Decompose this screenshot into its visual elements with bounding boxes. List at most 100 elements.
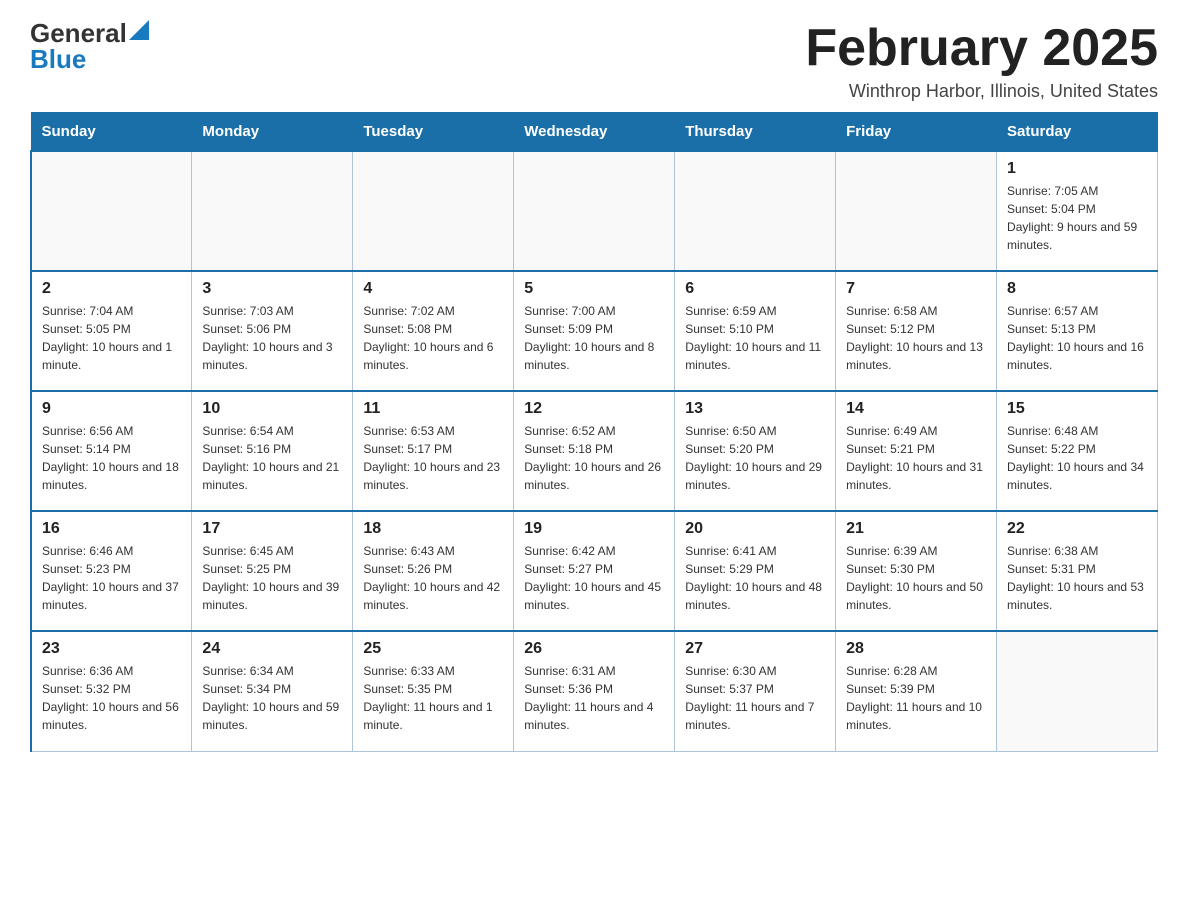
calendar-cell: 23 Sunrise: 6:36 AMSunset: 5:32 PMDayligh… bbox=[31, 631, 192, 751]
week-row-4: 16 Sunrise: 6:46 AMSunset: 5:23 PMDayligh… bbox=[31, 511, 1158, 631]
day-of-week-friday: Friday bbox=[836, 113, 997, 152]
day-info: Sunrise: 6:56 AMSunset: 5:14 PMDaylight:… bbox=[42, 422, 181, 494]
day-info: Sunrise: 7:02 AMSunset: 5:08 PMDaylight:… bbox=[363, 302, 503, 374]
logo-blue-text: Blue bbox=[30, 46, 86, 72]
day-number: 1 bbox=[1007, 160, 1147, 178]
logo: General Blue bbox=[30, 20, 149, 72]
day-info: Sunrise: 6:31 AMSunset: 5:36 PMDaylight:… bbox=[524, 662, 664, 734]
calendar-cell: 24 Sunrise: 6:34 AMSunset: 5:34 PMDayligh… bbox=[192, 631, 353, 751]
day-number: 25 bbox=[363, 640, 503, 658]
day-info: Sunrise: 6:50 AMSunset: 5:20 PMDaylight:… bbox=[685, 422, 825, 494]
calendar-cell: 5Sunrise: 7:00 AMSunset: 5:09 PMDaylight… bbox=[514, 271, 675, 391]
calendar-cell: 27 Sunrise: 6:30 AMSunset: 5:37 PMDayligh… bbox=[675, 631, 836, 751]
day-number: 22 bbox=[1007, 520, 1147, 538]
calendar-cell: 13 Sunrise: 6:50 AMSunset: 5:20 PMDayligh… bbox=[675, 391, 836, 511]
calendar-cell bbox=[31, 151, 192, 271]
week-row-1: 1 Sunrise: 7:05 AMSunset: 5:04 PMDaylight… bbox=[31, 151, 1158, 271]
calendar-cell: 11 Sunrise: 6:53 AMSunset: 5:17 PMDayligh… bbox=[353, 391, 514, 511]
calendar-body: 1 Sunrise: 7:05 AMSunset: 5:04 PMDaylight… bbox=[31, 151, 1158, 751]
day-number: 13 bbox=[685, 400, 825, 418]
logo-arrow-icon bbox=[129, 20, 149, 40]
day-of-week-wednesday: Wednesday bbox=[514, 113, 675, 152]
day-number: 12 bbox=[524, 400, 664, 418]
calendar-cell bbox=[836, 151, 997, 271]
day-info: Sunrise: 6:48 AMSunset: 5:22 PMDaylight:… bbox=[1007, 422, 1147, 494]
days-of-week-row: SundayMondayTuesdayWednesdayThursdayFrid… bbox=[31, 113, 1158, 152]
calendar-cell: 9 Sunrise: 6:56 AMSunset: 5:14 PMDaylight… bbox=[31, 391, 192, 511]
day-info: Sunrise: 7:03 AMSunset: 5:06 PMDaylight:… bbox=[202, 302, 342, 374]
calendar-cell: 3Sunrise: 7:03 AMSunset: 5:06 PMDaylight… bbox=[192, 271, 353, 391]
day-info: Sunrise: 6:43 AMSunset: 5:26 PMDaylight:… bbox=[363, 542, 503, 614]
title-area: February 2025 Winthrop Harbor, Illinois,… bbox=[805, 20, 1158, 102]
day-info: Sunrise: 6:38 AMSunset: 5:31 PMDaylight:… bbox=[1007, 542, 1147, 614]
day-info: Sunrise: 6:54 AMSunset: 5:16 PMDaylight:… bbox=[202, 422, 342, 494]
day-of-week-sunday: Sunday bbox=[31, 113, 192, 152]
day-info: Sunrise: 6:30 AMSunset: 5:37 PMDaylight:… bbox=[685, 662, 825, 734]
day-number: 11 bbox=[363, 400, 503, 418]
calendar-cell: 6 Sunrise: 6:59 AMSunset: 5:10 PMDaylight… bbox=[675, 271, 836, 391]
day-number: 17 bbox=[202, 520, 342, 538]
calendar-cell bbox=[997, 631, 1158, 751]
day-number: 6 bbox=[685, 280, 825, 298]
page-header: General Blue February 2025 Winthrop Harb… bbox=[30, 20, 1158, 102]
calendar-cell: 19 Sunrise: 6:42 AMSunset: 5:27 PMDayligh… bbox=[514, 511, 675, 631]
calendar-cell bbox=[192, 151, 353, 271]
calendar-cell: 12 Sunrise: 6:52 AMSunset: 5:18 PMDayligh… bbox=[514, 391, 675, 511]
day-of-week-thursday: Thursday bbox=[675, 113, 836, 152]
day-number: 21 bbox=[846, 520, 986, 538]
calendar-cell: 25Sunrise: 6:33 AMSunset: 5:35 PMDayligh… bbox=[353, 631, 514, 751]
calendar-cell: 16 Sunrise: 6:46 AMSunset: 5:23 PMDayligh… bbox=[31, 511, 192, 631]
day-info: Sunrise: 6:57 AMSunset: 5:13 PMDaylight:… bbox=[1007, 302, 1147, 374]
day-info: Sunrise: 6:58 AMSunset: 5:12 PMDaylight:… bbox=[846, 302, 986, 374]
calendar-cell bbox=[675, 151, 836, 271]
day-number: 10 bbox=[202, 400, 342, 418]
day-number: 19 bbox=[524, 520, 664, 538]
week-row-3: 9 Sunrise: 6:56 AMSunset: 5:14 PMDaylight… bbox=[31, 391, 1158, 511]
day-info: Sunrise: 6:49 AMSunset: 5:21 PMDaylight:… bbox=[846, 422, 986, 494]
day-number: 5 bbox=[524, 280, 664, 298]
day-info: Sunrise: 6:42 AMSunset: 5:27 PMDaylight:… bbox=[524, 542, 664, 614]
day-info: Sunrise: 6:59 AMSunset: 5:10 PMDaylight:… bbox=[685, 302, 825, 374]
day-info: Sunrise: 7:04 AMSunset: 5:05 PMDaylight:… bbox=[42, 302, 181, 374]
calendar-cell: 10 Sunrise: 6:54 AMSunset: 5:16 PMDayligh… bbox=[192, 391, 353, 511]
day-number: 18 bbox=[363, 520, 503, 538]
day-info: Sunrise: 6:53 AMSunset: 5:17 PMDaylight:… bbox=[363, 422, 503, 494]
day-number: 28 bbox=[846, 640, 986, 658]
calendar-table: SundayMondayTuesdayWednesdayThursdayFrid… bbox=[30, 112, 1158, 752]
day-of-week-saturday: Saturday bbox=[997, 113, 1158, 152]
day-number: 14 bbox=[846, 400, 986, 418]
calendar-cell: 8Sunrise: 6:57 AMSunset: 5:13 PMDaylight… bbox=[997, 271, 1158, 391]
day-info: Sunrise: 6:45 AMSunset: 5:25 PMDaylight:… bbox=[202, 542, 342, 614]
day-info: Sunrise: 6:46 AMSunset: 5:23 PMDaylight:… bbox=[42, 542, 181, 614]
day-of-week-monday: Monday bbox=[192, 113, 353, 152]
day-info: Sunrise: 6:28 AMSunset: 5:39 PMDaylight:… bbox=[846, 662, 986, 734]
calendar-cell: 14 Sunrise: 6:49 AMSunset: 5:21 PMDayligh… bbox=[836, 391, 997, 511]
day-info: Sunrise: 6:52 AMSunset: 5:18 PMDaylight:… bbox=[524, 422, 664, 494]
day-number: 7 bbox=[846, 280, 986, 298]
calendar-cell: 7 Sunrise: 6:58 AMSunset: 5:12 PMDaylight… bbox=[836, 271, 997, 391]
day-number: 16 bbox=[42, 520, 181, 538]
calendar-cell bbox=[514, 151, 675, 271]
day-info: Sunrise: 6:36 AMSunset: 5:32 PMDaylight:… bbox=[42, 662, 181, 734]
day-info: Sunrise: 6:41 AMSunset: 5:29 PMDaylight:… bbox=[685, 542, 825, 614]
day-number: 23 bbox=[42, 640, 181, 658]
week-row-2: 2Sunrise: 7:04 AMSunset: 5:05 PMDaylight… bbox=[31, 271, 1158, 391]
day-of-week-tuesday: Tuesday bbox=[353, 113, 514, 152]
calendar-cell: 20Sunrise: 6:41 AMSunset: 5:29 PMDayligh… bbox=[675, 511, 836, 631]
calendar-cell: 22 Sunrise: 6:38 AMSunset: 5:31 PMDayligh… bbox=[997, 511, 1158, 631]
logo-general-text: General bbox=[30, 20, 127, 46]
day-info: Sunrise: 7:05 AMSunset: 5:04 PMDaylight:… bbox=[1007, 182, 1147, 254]
calendar-cell: 17 Sunrise: 6:45 AMSunset: 5:25 PMDayligh… bbox=[192, 511, 353, 631]
day-number: 27 bbox=[685, 640, 825, 658]
day-number: 24 bbox=[202, 640, 342, 658]
calendar-cell: 21Sunrise: 6:39 AMSunset: 5:30 PMDayligh… bbox=[836, 511, 997, 631]
calendar-cell: 26Sunrise: 6:31 AMSunset: 5:36 PMDayligh… bbox=[514, 631, 675, 751]
week-row-5: 23 Sunrise: 6:36 AMSunset: 5:32 PMDayligh… bbox=[31, 631, 1158, 751]
day-number: 9 bbox=[42, 400, 181, 418]
day-info: Sunrise: 6:34 AMSunset: 5:34 PMDaylight:… bbox=[202, 662, 342, 734]
calendar-cell: 1 Sunrise: 7:05 AMSunset: 5:04 PMDaylight… bbox=[997, 151, 1158, 271]
day-number: 4 bbox=[363, 280, 503, 298]
calendar-cell: 18 Sunrise: 6:43 AMSunset: 5:26 PMDayligh… bbox=[353, 511, 514, 631]
month-title: February 2025 bbox=[805, 20, 1158, 77]
calendar-header: SundayMondayTuesdayWednesdayThursdayFrid… bbox=[31, 113, 1158, 152]
